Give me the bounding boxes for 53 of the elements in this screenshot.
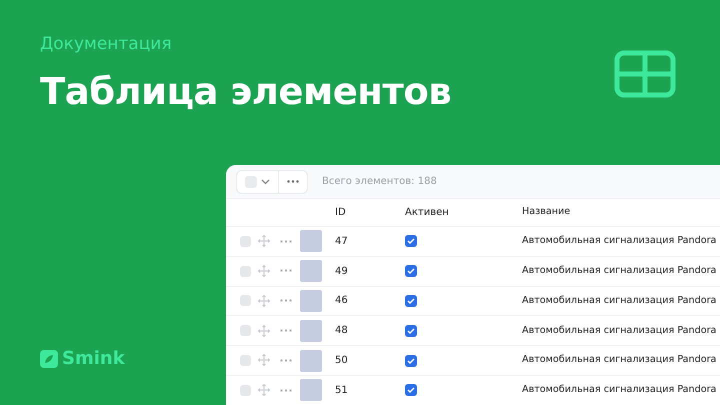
- active-checkbox[interactable]: [405, 294, 417, 307]
- checkmark-icon: [407, 387, 415, 394]
- photo-placeholder: [300, 260, 322, 282]
- table-cell: 47: [335, 236, 348, 247]
- table-cell: 46: [335, 295, 348, 306]
- checkmark-icon: [407, 328, 415, 334]
- row-checkbox[interactable]: [240, 295, 251, 306]
- column-header[interactable]: ID: [335, 207, 346, 218]
- move-handle-icon[interactable]: [258, 324, 270, 337]
- checkmark-icon: [407, 238, 415, 244]
- move-handle-icon[interactable]: [258, 235, 270, 248]
- active-checkbox[interactable]: [405, 324, 417, 337]
- logo-icon: [40, 350, 58, 368]
- table-cell: 50: [335, 355, 348, 366]
- move-handle-icon[interactable]: [258, 294, 270, 307]
- row-checkbox[interactable]: [240, 325, 251, 336]
- chevron-down-icon: [261, 178, 270, 184]
- photo-placeholder: [300, 350, 322, 372]
- column-header[interactable]: Название: [522, 206, 570, 218]
- logo-text: Smink: [62, 347, 125, 371]
- photo-placeholder: [300, 379, 322, 402]
- checkmark-icon: [407, 298, 415, 304]
- table-cell: 48: [335, 325, 348, 336]
- section-caption: Документация: [40, 33, 173, 56]
- table-cell: Автомобильная сигнализация Pandora: [522, 324, 716, 336]
- active-checkbox[interactable]: [405, 265, 417, 278]
- active-checkbox[interactable]: [405, 384, 417, 396]
- row-checkbox[interactable]: [240, 355, 251, 366]
- table-cell: Автомобильная сигнализация Pandora: [522, 294, 716, 306]
- column-header[interactable]: Активен: [405, 207, 449, 218]
- row-checkbox[interactable]: [240, 266, 251, 277]
- photo-placeholder: [300, 320, 322, 342]
- table-cell: Автомобильная сигнализация Pandora: [522, 265, 716, 276]
- table-cell: Автомобильная сигнализация Pandora: [522, 354, 716, 366]
- more-icon[interactable]: [287, 180, 299, 183]
- move-handle-icon[interactable]: [258, 384, 270, 396]
- total-count: Всего элементов: 188: [322, 175, 437, 189]
- table-icon: [614, 50, 676, 98]
- page-title: Таблица элементов: [40, 68, 452, 114]
- checkmark-icon: [407, 358, 415, 364]
- photo-placeholder: [300, 230, 322, 252]
- row-checkbox[interactable]: [240, 236, 251, 247]
- table-cell: 51: [335, 384, 348, 396]
- table-cell: 49: [335, 266, 348, 277]
- row-checkbox[interactable]: [240, 384, 251, 396]
- checkmark-icon: [407, 268, 415, 274]
- photo-placeholder: [300, 290, 322, 312]
- active-checkbox[interactable]: [405, 235, 417, 248]
- move-handle-icon[interactable]: [258, 264, 270, 277]
- table-cell: Автомобильная сигнализация Pandora: [522, 235, 716, 246]
- active-checkbox[interactable]: [405, 354, 417, 367]
- table-cell: Автомобильная сигнализация Pandora: [522, 384, 716, 396]
- move-handle-icon[interactable]: [258, 354, 270, 366]
